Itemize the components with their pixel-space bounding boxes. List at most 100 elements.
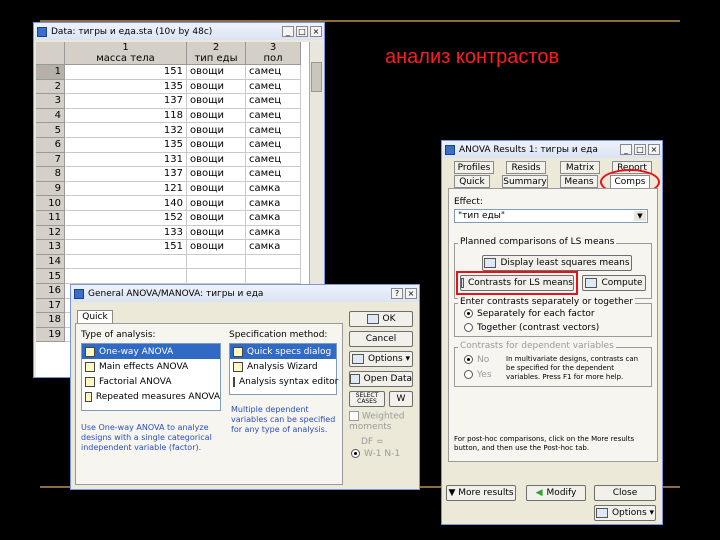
table-cell[interactable]: овощи bbox=[186, 239, 246, 255]
yes-radio[interactable]: Yes bbox=[464, 370, 492, 380]
table-cell[interactable]: 132 bbox=[64, 122, 187, 138]
list-item[interactable]: Repeated measures ANOVA bbox=[82, 389, 220, 404]
tab-resids[interactable]: Resids bbox=[506, 161, 546, 174]
row-header[interactable]: 10 bbox=[36, 195, 65, 211]
display-ls-means-button[interactable]: Display least squares means bbox=[482, 255, 632, 271]
table-cell[interactable]: самец bbox=[245, 64, 301, 80]
row-header[interactable]: 3 bbox=[36, 93, 65, 109]
row-header[interactable]: 5 bbox=[36, 122, 65, 138]
table-cell[interactable] bbox=[245, 254, 301, 270]
list-item[interactable]: Main effects ANOVA bbox=[82, 359, 220, 374]
table-cell[interactable]: 135 bbox=[64, 79, 187, 95]
corner-cell[interactable] bbox=[36, 42, 65, 65]
ok-button[interactable]: OK bbox=[349, 311, 413, 327]
table-cell[interactable]: овощи bbox=[186, 93, 246, 109]
table-cell[interactable]: овощи bbox=[186, 152, 246, 168]
table-cell[interactable]: самец bbox=[245, 93, 301, 109]
minimize-icon[interactable]: _ bbox=[620, 144, 632, 155]
table-row[interactable]: 11 152 овощи самка bbox=[36, 210, 301, 226]
table-cell[interactable]: овощи bbox=[186, 108, 246, 124]
tab-matrix[interactable]: Matrix bbox=[560, 161, 600, 174]
weight-button[interactable]: W bbox=[389, 391, 413, 407]
table-cell[interactable]: овощи bbox=[186, 195, 246, 211]
table-cell[interactable]: самец bbox=[245, 152, 301, 168]
together-radio[interactable]: Together (contrast vectors) bbox=[464, 323, 599, 333]
effect-select[interactable]: "тип еды" ▼ bbox=[454, 209, 648, 223]
table-cell[interactable]: 151 bbox=[64, 239, 187, 255]
row-header[interactable]: 2 bbox=[36, 79, 65, 95]
radio-button[interactable] bbox=[464, 323, 473, 332]
table-cell[interactable]: овощи bbox=[186, 166, 246, 182]
table-row[interactable]: 15 bbox=[36, 268, 301, 284]
chevron-down-icon[interactable]: ▼ bbox=[634, 211, 646, 221]
row-header[interactable]: 8 bbox=[36, 166, 65, 182]
radio-button[interactable] bbox=[464, 370, 473, 379]
row-header[interactable]: 1 bbox=[36, 64, 65, 80]
open-data-button[interactable]: Open Data bbox=[349, 371, 413, 387]
df-options[interactable]: W-1 N-1 bbox=[351, 449, 400, 459]
table-cell[interactable]: овощи bbox=[186, 79, 246, 95]
row-header[interactable]: 17 bbox=[36, 298, 65, 314]
weighted-moments-checkbox[interactable]: Weighted moments bbox=[349, 411, 413, 432]
close-button[interactable]: Close bbox=[594, 485, 656, 501]
row-header[interactable]: 6 bbox=[36, 137, 65, 153]
no-radio[interactable]: No bbox=[464, 355, 489, 365]
table-cell[interactable]: 135 bbox=[64, 137, 187, 153]
table-cell[interactable] bbox=[64, 268, 187, 284]
table-cell[interactable]: самка bbox=[245, 225, 301, 241]
tab-summary[interactable]: Summary bbox=[502, 175, 548, 188]
row-header[interactable]: 14 bbox=[36, 254, 65, 270]
table-row[interactable]: 3 137 овощи самец bbox=[36, 93, 301, 109]
anova-dialog-titlebar[interactable]: General ANOVA/MANOVA: тигры и еда ? × bbox=[71, 285, 419, 302]
close-icon[interactable]: × bbox=[648, 144, 660, 155]
help-icon[interactable]: ? bbox=[391, 288, 403, 299]
compute-button[interactable]: Compute bbox=[582, 275, 646, 291]
table-row[interactable]: 10 140 овощи самка bbox=[36, 195, 301, 211]
table-cell[interactable]: овощи bbox=[186, 64, 246, 80]
select-cases-button[interactable]: SELECT CASES bbox=[349, 391, 385, 407]
maximize-icon[interactable]: □ bbox=[296, 26, 308, 37]
table-cell[interactable]: самка bbox=[245, 195, 301, 211]
table-cell[interactable]: 152 bbox=[64, 210, 187, 226]
close-icon[interactable]: × bbox=[405, 288, 417, 299]
table-cell[interactable]: самка bbox=[245, 239, 301, 255]
separately-radio[interactable]: Separately for each factor bbox=[464, 309, 595, 319]
table-row[interactable]: 7 131 овощи самец bbox=[36, 152, 301, 168]
table-cell[interactable]: самец bbox=[245, 166, 301, 182]
table-cell[interactable]: овощи bbox=[186, 181, 246, 197]
row-header[interactable]: 18 bbox=[36, 312, 65, 328]
table-cell[interactable] bbox=[64, 254, 187, 270]
table-cell[interactable] bbox=[186, 254, 246, 270]
table-cell[interactable]: самка bbox=[245, 210, 301, 226]
results-options-button[interactable]: Options ▾ bbox=[594, 505, 656, 521]
table-cell[interactable]: 140 bbox=[64, 195, 187, 211]
modify-button[interactable]: ◀ Modify bbox=[526, 485, 586, 501]
options-button[interactable]: Options ▾ bbox=[349, 351, 413, 367]
table-row[interactable]: 9 121 овощи самка bbox=[36, 181, 301, 197]
tab-quick[interactable]: Quick bbox=[77, 310, 113, 323]
table-row[interactable]: 12 133 овощи самка bbox=[36, 225, 301, 241]
table-row[interactable]: 14 bbox=[36, 254, 301, 270]
column-header[interactable]: 1 масса тела bbox=[64, 42, 187, 65]
table-cell[interactable]: самец bbox=[245, 122, 301, 138]
maximize-icon[interactable]: □ bbox=[634, 144, 646, 155]
table-cell[interactable]: самец bbox=[245, 79, 301, 95]
radio-button[interactable] bbox=[464, 309, 473, 318]
table-cell[interactable]: 131 bbox=[64, 152, 187, 168]
table-cell[interactable]: овощи bbox=[186, 122, 246, 138]
table-row[interactable]: 8 137 овощи самец bbox=[36, 166, 301, 182]
table-cell[interactable]: 133 bbox=[64, 225, 187, 241]
table-cell[interactable]: овощи bbox=[186, 137, 246, 153]
close-icon[interactable]: × bbox=[310, 26, 322, 37]
cancel-button[interactable]: Cancel bbox=[349, 331, 413, 347]
list-item[interactable]: Quick specs dialog bbox=[230, 344, 336, 359]
table-row[interactable]: 13 151 овощи самка bbox=[36, 239, 301, 255]
table-cell[interactable]: самка bbox=[245, 181, 301, 197]
list-item[interactable]: One-way ANOVA bbox=[82, 344, 220, 359]
more-results-button[interactable]: ▼ More results bbox=[446, 485, 516, 501]
table-cell[interactable] bbox=[245, 268, 301, 284]
row-header[interactable]: 11 bbox=[36, 210, 65, 226]
spec-method-list[interactable]: Quick specs dialog Analysis Wizard Analy… bbox=[229, 343, 338, 395]
list-item[interactable]: Analysis syntax editor bbox=[230, 374, 338, 389]
table-cell[interactable]: самец bbox=[245, 108, 301, 124]
